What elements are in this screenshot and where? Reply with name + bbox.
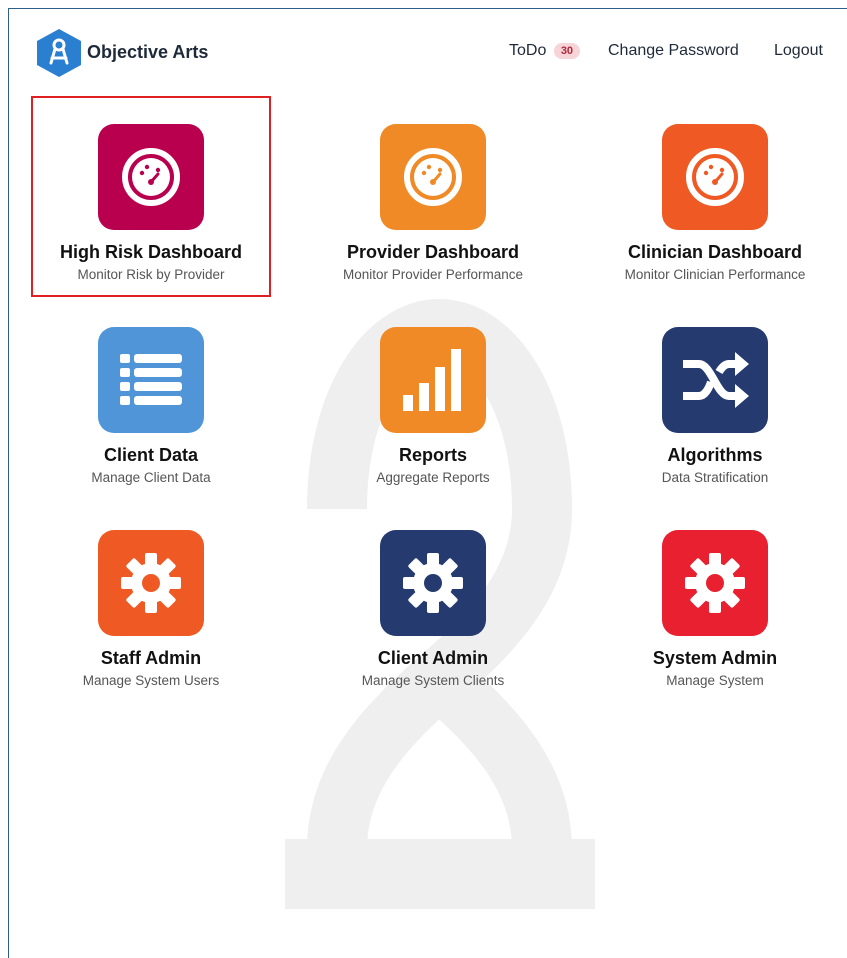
gear-icon (685, 553, 745, 613)
app-title[interactable]: Objective Arts (87, 42, 208, 63)
gauge-icon (122, 148, 180, 206)
tile-reports[interactable]: Reports Aggregate Reports (303, 327, 563, 497)
tile-icon-box[interactable] (98, 124, 204, 230)
tile-title[interactable]: Client Admin (303, 648, 563, 669)
tile-title[interactable]: Algorithms (585, 445, 845, 466)
tile-system-admin[interactable]: System Admin Manage System (585, 530, 845, 700)
tile-subtitle: Aggregate Reports (376, 470, 490, 485)
app-frame: Objective Arts ToDo 30 Change Password L… (8, 8, 847, 958)
tile-icon-box[interactable] (380, 530, 486, 636)
tile-title[interactable]: Reports (303, 445, 563, 466)
tile-provider-dashboard[interactable]: Provider Dashboard Monitor Provider Perf… (303, 124, 563, 294)
gauge-icon (404, 148, 462, 206)
tile-subtitle: Manage Client Data (91, 470, 211, 485)
tile-subtitle: Monitor Provider Performance (342, 267, 524, 282)
gear-icon (403, 553, 463, 613)
tile-client-admin[interactable]: Client Admin Manage System Clients (303, 530, 563, 700)
todo-count-badge: 30 (553, 43, 581, 59)
tile-title[interactable]: Clinician Dashboard (585, 242, 845, 263)
tile-subtitle: Data Stratification (661, 470, 769, 485)
tile-title[interactable]: Staff Admin (21, 648, 281, 669)
objective-arts-logo-icon[interactable] (36, 28, 82, 78)
list-icon (120, 354, 182, 405)
tile-subtitle: Manage System (666, 673, 764, 688)
tile-icon-box[interactable] (98, 530, 204, 636)
logout-link[interactable]: Logout (774, 42, 823, 60)
gear-icon (121, 553, 181, 613)
tile-subtitle: Monitor Risk by Provider (77, 267, 225, 282)
tile-icon-box[interactable] (662, 530, 768, 636)
tile-title[interactable]: High Risk Dashboard (33, 242, 269, 263)
tile-subtitle: Manage System Users (82, 673, 220, 688)
tile-title[interactable]: System Admin (585, 648, 845, 669)
tile-staff-admin[interactable]: Staff Admin Manage System Users (21, 530, 281, 700)
tile-high-risk-dashboard[interactable]: High Risk Dashboard Monitor Risk by Prov… (31, 96, 271, 297)
shuffle-icon (683, 352, 749, 408)
tile-icon-box[interactable] (662, 327, 768, 433)
todo-label[interactable]: ToDo (509, 42, 546, 59)
tile-title[interactable]: Client Data (21, 445, 281, 466)
tile-clinician-dashboard[interactable]: Clinician Dashboard Monitor Clinician Pe… (585, 124, 845, 294)
tile-title[interactable]: Provider Dashboard (303, 242, 563, 263)
tile-algorithms[interactable]: Algorithms Data Stratification (585, 327, 845, 497)
tile-subtitle: Manage System Clients (361, 673, 505, 688)
bar-chart-icon (403, 349, 461, 411)
top-header: Objective Arts ToDo 30 Change Password L… (9, 9, 847, 89)
tile-subtitle: Monitor Clinician Performance (624, 267, 806, 282)
change-password-link[interactable]: Change Password (608, 42, 739, 60)
tile-icon-box[interactable] (380, 327, 486, 433)
tile-client-data[interactable]: Client Data Manage Client Data (21, 327, 281, 497)
gauge-icon (686, 148, 744, 206)
tile-icon-box[interactable] (380, 124, 486, 230)
todo-link[interactable]: ToDo 30 (509, 42, 581, 60)
tile-icon-box[interactable] (662, 124, 768, 230)
tile-icon-box[interactable] (98, 327, 204, 433)
